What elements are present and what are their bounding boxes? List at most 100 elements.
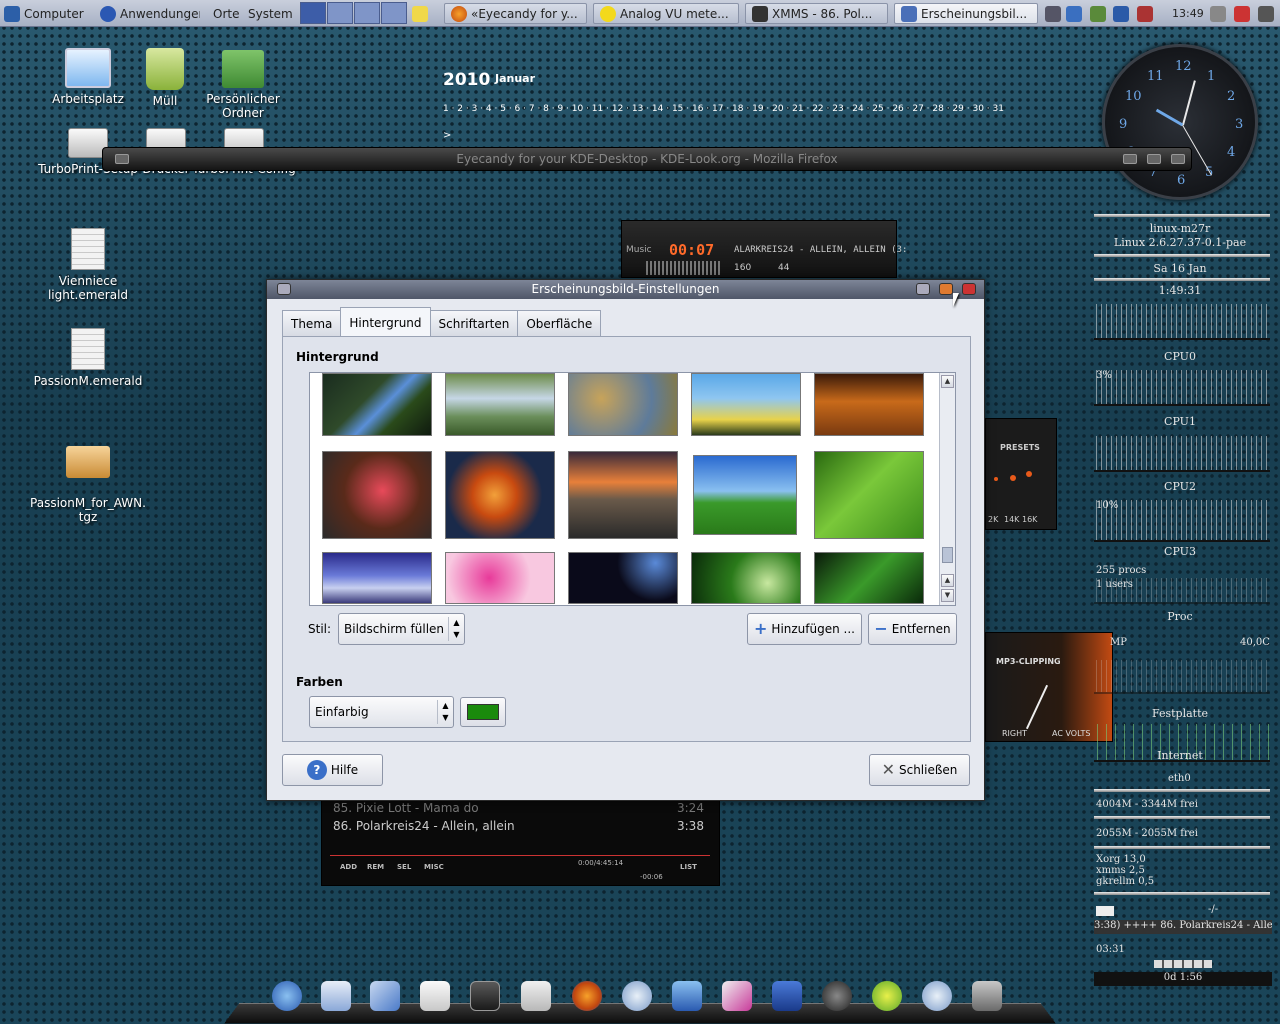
close-button[interactable]: ✕ Schließen xyxy=(869,754,970,786)
applications-menu[interactable]: Anwendungen xyxy=(100,3,200,24)
clock-number: 1 xyxy=(1207,69,1216,84)
settings-icon[interactable] xyxy=(521,981,551,1011)
desktop-pager-4[interactable] xyxy=(381,2,407,24)
logout-launcher[interactable] xyxy=(1234,3,1256,24)
wallpaper-thumb[interactable] xyxy=(568,552,678,604)
computer-menu[interactable]: Computer xyxy=(4,3,89,24)
task-vu-meter[interactable]: Analog VU mete... xyxy=(593,3,739,24)
wallpaper-thumb[interactable] xyxy=(691,373,801,436)
tab-hintergrund[interactable]: Hintergrund xyxy=(340,307,431,336)
eq-presets[interactable]: PRESETS xyxy=(1000,443,1040,452)
music-player-icon[interactable] xyxy=(622,981,652,1011)
scroll-up-icon[interactable]: ▲ xyxy=(941,375,954,388)
playlist-rem-button[interactable]: REM xyxy=(367,863,384,871)
tray-app-1[interactable] xyxy=(1066,3,1088,24)
wallpaper-scrollbar[interactable]: ▲ ▲ ▼ xyxy=(939,373,955,605)
music-player-icon[interactable] xyxy=(922,981,952,1011)
tray-app-2[interactable] xyxy=(1090,3,1112,24)
window-menu-button[interactable] xyxy=(277,283,291,295)
eq-slider[interactable] xyxy=(1026,471,1032,477)
scroll-thumb[interactable] xyxy=(942,547,953,563)
wallpaper-thumb[interactable] xyxy=(322,552,432,604)
minimize-button[interactable] xyxy=(916,283,930,295)
help-button[interactable]: ? Hilfe xyxy=(282,754,383,786)
maximize-button[interactable] xyxy=(1147,154,1161,164)
desktop-pager-1[interactable] xyxy=(300,2,326,24)
gimp-icon[interactable] xyxy=(822,981,852,1011)
terminal-icon[interactable] xyxy=(470,981,500,1011)
wallpaper-thumb[interactable] xyxy=(568,373,678,436)
firefox-icon[interactable] xyxy=(572,981,602,1011)
desktop-pager-3[interactable] xyxy=(354,2,380,24)
tab-oberflaeche[interactable]: Oberfläche xyxy=(517,310,602,336)
playlist-misc-button[interactable]: MISC xyxy=(424,863,444,871)
network-icon[interactable] xyxy=(672,981,702,1011)
scroll-down-icon[interactable]: ▼ xyxy=(941,589,954,602)
wallpaper-thumb[interactable] xyxy=(322,373,432,436)
wallpaper-thumb[interactable] xyxy=(445,552,555,604)
desktop-icon-home[interactable]: Persönlicher Ordner xyxy=(188,50,298,120)
tray-app-3[interactable] xyxy=(1113,3,1135,24)
playlist-add-button[interactable]: ADD xyxy=(340,863,357,871)
mail-icon[interactable] xyxy=(1096,906,1114,916)
screenshot-launcher[interactable] xyxy=(1210,3,1230,24)
home-icon[interactable] xyxy=(321,981,351,1011)
wallpaper-thumb[interactable] xyxy=(445,373,555,436)
wallpaper-thumb[interactable] xyxy=(568,451,678,539)
notes-launcher[interactable] xyxy=(412,3,432,24)
desktop-pager-2[interactable] xyxy=(327,2,353,24)
wallpaper-thumb[interactable] xyxy=(693,455,797,535)
playlist-sel-button[interactable]: SEL xyxy=(397,863,411,871)
close-button[interactable] xyxy=(1171,154,1185,164)
task-appearance[interactable]: Erscheinungsbil... xyxy=(894,3,1038,24)
system-menu[interactable]: System xyxy=(248,3,296,24)
dialog-titlebar[interactable]: Erscheinungsbild-Einstellungen xyxy=(267,280,984,299)
presentation-icon[interactable] xyxy=(722,981,752,1011)
style-select[interactable]: Bildschirm füllen ▲ ▼ xyxy=(338,613,465,645)
task-firefox[interactable]: «Eyecandy for y... xyxy=(444,3,587,24)
wallpaper-thumb[interactable] xyxy=(814,552,924,604)
wallpaper-thumb[interactable] xyxy=(445,451,555,539)
desktop-icon-vienniece[interactable]: Vienniece light.emerald xyxy=(18,228,158,302)
tray-app-4[interactable] xyxy=(1137,3,1155,24)
scroll-up-icon[interactable]: ▲ xyxy=(941,574,954,587)
kiwi-icon[interactable] xyxy=(872,981,902,1011)
lock-launcher[interactable] xyxy=(1258,3,1278,24)
desktop-icon-passionm[interactable]: PassionM.emerald xyxy=(33,328,143,388)
window-menu-button[interactable] xyxy=(115,154,129,164)
tab-thema[interactable]: Thema xyxy=(282,310,342,336)
close-window-button[interactable] xyxy=(962,283,976,295)
calendar-days[interactable]: 1 · 2 · 3 · 4 · 5 · 6 · 7 · 8 · 9 · 10 ·… xyxy=(443,104,1004,114)
globe-icon[interactable] xyxy=(272,981,302,1011)
wallpaper-thumb[interactable] xyxy=(691,552,801,604)
eq-slider[interactable] xyxy=(994,477,998,481)
tab-schriftarten[interactable]: Schriftarten xyxy=(429,310,519,336)
gk-player-controls[interactable] xyxy=(1154,960,1212,968)
volume-tray[interactable] xyxy=(1045,3,1063,24)
image-viewer-icon[interactable] xyxy=(370,981,400,1011)
wallpaper-thumb[interactable] xyxy=(814,451,924,539)
wallpaper-thumb[interactable] xyxy=(322,451,432,539)
document-writer-icon[interactable] xyxy=(772,981,802,1011)
mouse-cursor-icon xyxy=(953,293,959,307)
trash-icon[interactable] xyxy=(972,981,1002,1011)
task-xmms[interactable]: XMMS - 86. Pol... xyxy=(745,3,888,24)
add-wallpaper-button[interactable]: + Hinzufügen ... xyxy=(747,613,862,645)
wallpaper-list[interactable]: ▲ ▲ ▼ xyxy=(309,372,956,606)
playlist-row[interactable]: 86. Polarkreis24 - Allein, allein xyxy=(333,819,515,833)
eq-slider[interactable] xyxy=(1010,475,1016,481)
places-menu[interactable]: Orte xyxy=(213,3,243,24)
maximize-button[interactable] xyxy=(939,283,953,295)
remove-wallpaper-button[interactable]: − Entfernen xyxy=(868,613,957,645)
color-mode-select[interactable]: Einfarbig ▲ ▼ xyxy=(309,696,454,728)
playlist-list-button[interactable]: LIST xyxy=(680,863,697,871)
firefox-shaded-window[interactable]: Eyecandy for your KDE-Desktop - KDE-Look… xyxy=(102,147,1192,171)
wallpaper-thumb[interactable] xyxy=(814,373,924,436)
text-editor-icon[interactable] xyxy=(420,981,450,1011)
panel-clock[interactable]: 13:49 xyxy=(1172,3,1208,24)
minimize-button[interactable] xyxy=(1123,154,1137,164)
color-picker-button[interactable] xyxy=(460,697,506,727)
desktop-icon-passionm-awn[interactable]: PassionM_for_AWN. tgz xyxy=(23,432,153,524)
calendar-next[interactable]: > xyxy=(443,130,451,141)
playlist-row[interactable]: 85. Pixie Lott - Mama do xyxy=(333,801,479,815)
